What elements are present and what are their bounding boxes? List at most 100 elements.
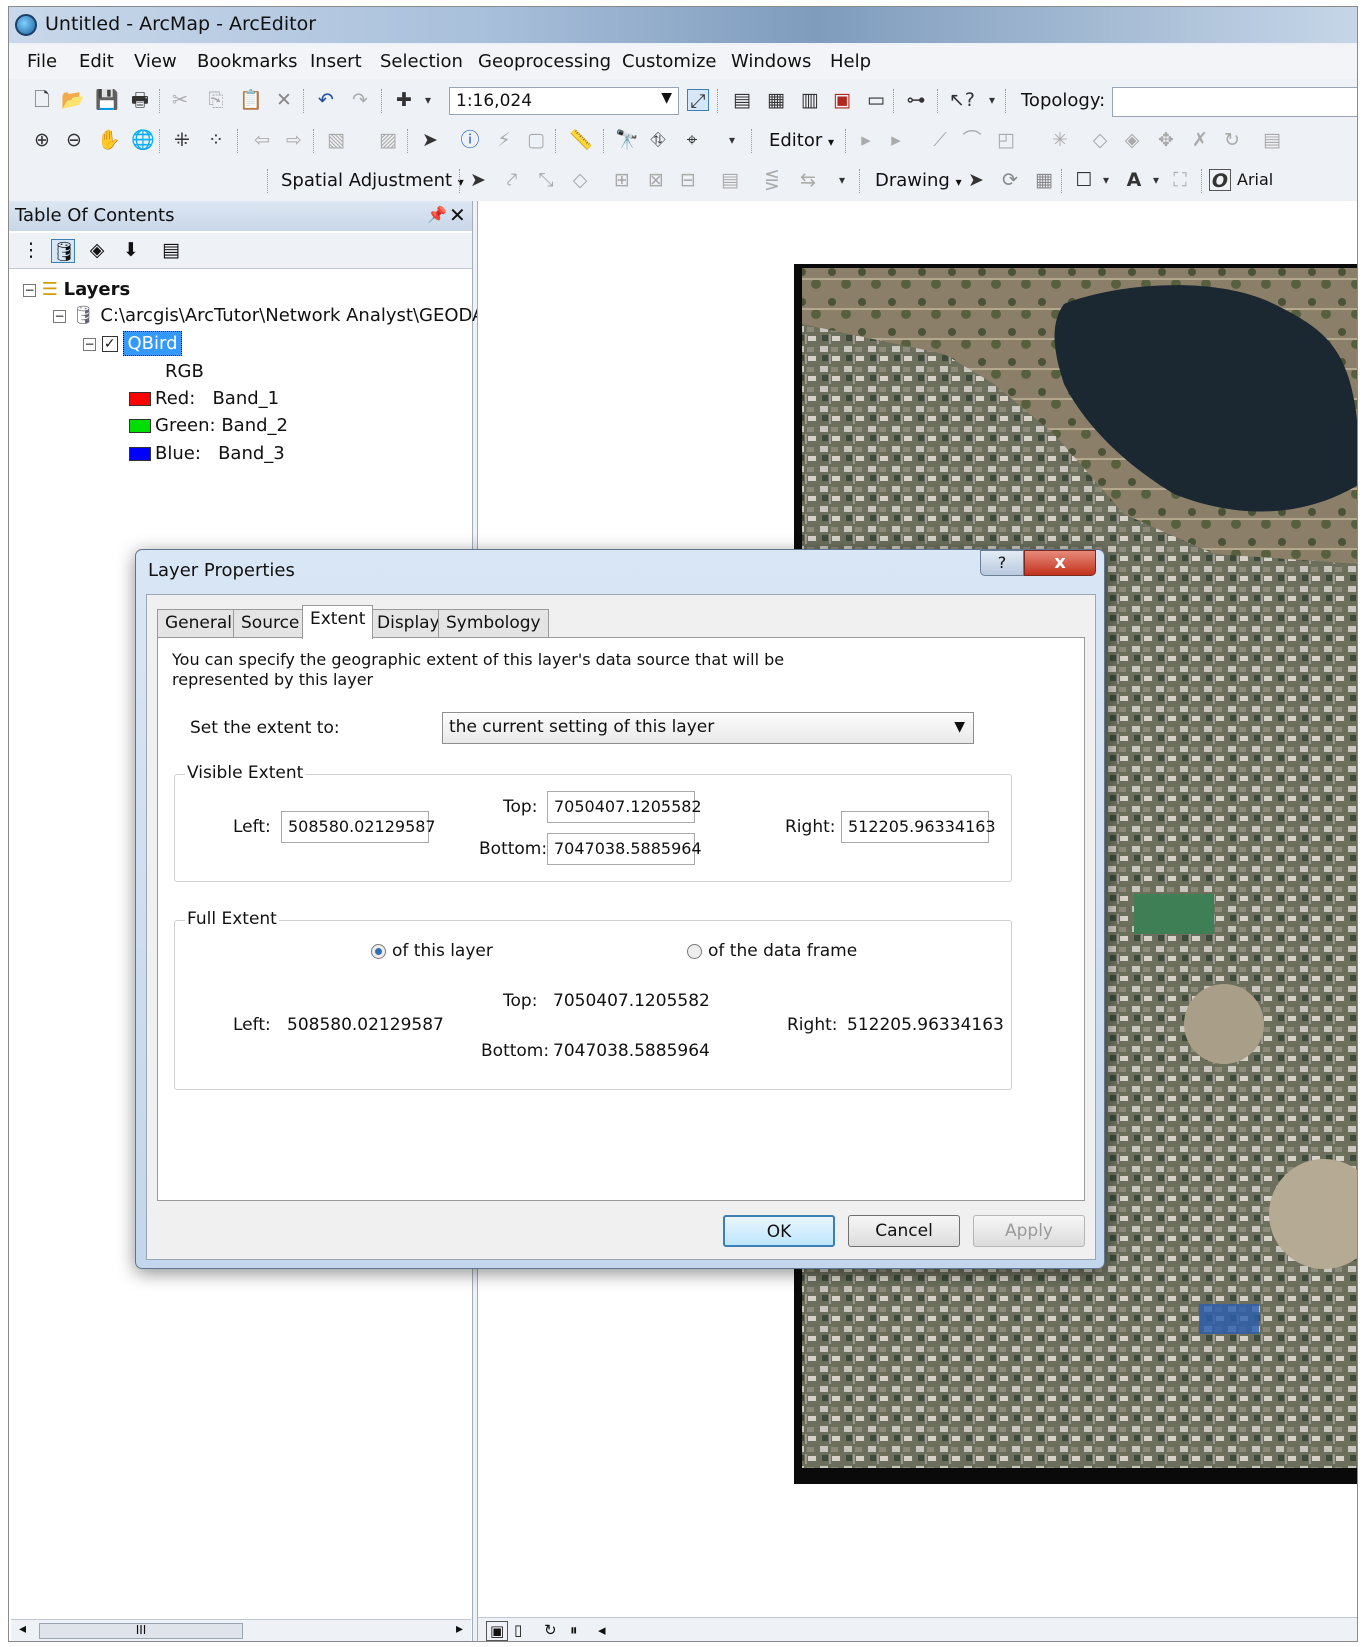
add-data-icon[interactable]: ✚: [393, 89, 415, 111]
topology-combobox[interactable]: [1112, 87, 1357, 117]
tab-general[interactable]: General: [157, 609, 240, 637]
rotate-icon[interactable]: ↻: [1221, 129, 1243, 151]
select-elements-arrow-icon[interactable]: ➤: [965, 169, 987, 191]
tab-extent[interactable]: Extent: [302, 605, 374, 639]
attribute-transfer-icon[interactable]: ⇆: [797, 169, 819, 191]
qbird-layer-node[interactable]: − ✓ QBird: [83, 331, 182, 356]
menu-help[interactable]: Help: [830, 51, 871, 72]
scroll-left-icon[interactable]: ◂: [598, 1621, 606, 1639]
font-name-combobox[interactable]: Arial: [1237, 170, 1273, 189]
list-by-selection-icon[interactable]: ⬇: [119, 239, 143, 263]
arctoolbox-icon[interactable]: ▣: [831, 89, 853, 111]
scrollbar-thumb[interactable]: III: [39, 1623, 243, 1639]
chevron-down-icon[interactable]: ▾: [721, 129, 743, 151]
tab-display[interactable]: Display: [369, 609, 448, 637]
fixed-zoom-out-icon[interactable]: ⁘: [205, 129, 227, 151]
visible-bottom-field[interactable]: 7047038.5885964: [547, 833, 702, 865]
close-icon[interactable]: ✕: [449, 203, 466, 227]
of-this-layer-radio[interactable]: of this layer: [371, 941, 493, 961]
menu-bookmarks[interactable]: Bookmarks: [197, 51, 298, 72]
rotate-element-icon[interactable]: ⟳: [999, 169, 1021, 191]
edit-tool-icon[interactable]: ▸: [855, 129, 877, 151]
multiple-displacement-icon[interactable]: ◇: [569, 169, 591, 191]
area-link-icon[interactable]: ⊠: [645, 169, 667, 191]
map-scale-combobox[interactable]: 1:16,024 ▼: [449, 87, 679, 115]
pause-drawing-icon[interactable]: ⏸: [570, 1621, 578, 1639]
html-popup-icon[interactable]: ▢: [525, 129, 547, 151]
layer-visibility-checkbox[interactable]: ✓: [101, 336, 118, 352]
delete-icon[interactable]: ✕: [273, 89, 295, 111]
cut-icon[interactable]: ✂: [169, 89, 191, 111]
chevron-down-icon[interactable]: ▾: [981, 89, 1003, 111]
chevron-down-icon[interactable]: ▾: [417, 89, 439, 111]
text-tool-icon[interactable]: A: [1123, 169, 1145, 191]
menu-customize[interactable]: Customize: [622, 51, 716, 72]
zoom-to-elements-icon[interactable]: ▦: [1033, 169, 1055, 191]
edge-match-icon[interactable]: ⋚: [761, 169, 783, 191]
end-point-arc-icon[interactable]: ⌒: [961, 129, 983, 151]
data-view-icon[interactable]: ▣: [486, 1621, 509, 1641]
whats-this-icon[interactable]: ↖?: [949, 89, 975, 111]
select-features-icon[interactable]: ▧: [325, 129, 347, 151]
view-link-table-icon[interactable]: ▤: [719, 169, 741, 191]
table-window-icon[interactable]: ▤: [731, 89, 753, 111]
refresh-icon[interactable]: ↻: [544, 1621, 557, 1639]
list-by-source-icon[interactable]: 🛢: [51, 239, 76, 263]
undo-icon[interactable]: ↶: [315, 89, 337, 111]
save-icon[interactable]: 💾: [95, 89, 119, 111]
paste-icon[interactable]: 📋: [239, 89, 263, 111]
options-icon[interactable]: ▤: [159, 239, 183, 263]
chevron-down-icon[interactable]: ▾: [1145, 169, 1167, 191]
drawing-menu[interactable]: Drawing ▾: [875, 170, 962, 191]
redo-icon[interactable]: ↷: [349, 89, 371, 111]
select-elements-arrow-icon[interactable]: ➤: [467, 169, 489, 191]
menu-edit[interactable]: Edit: [79, 51, 114, 72]
print-icon[interactable]: 🖶: [129, 89, 151, 111]
hyperlink-icon[interactable]: ⚡: [493, 129, 515, 151]
split-tool-icon[interactable]: ✗: [1189, 129, 1211, 151]
visible-left-field[interactable]: 508580.02129587: [281, 811, 436, 843]
straight-segment-icon[interactable]: ⟋: [929, 129, 951, 151]
pin-icon[interactable]: 📌: [427, 205, 447, 224]
edit-vertices-drawing-icon[interactable]: ⛶: [1169, 169, 1191, 191]
scroll-right-icon[interactable]: ▸: [456, 1621, 463, 1637]
back-arrow-icon[interactable]: ⇦: [251, 129, 273, 151]
full-extent-globe-icon[interactable]: 🌐: [131, 129, 155, 151]
modify-link-icon[interactable]: ⤡: [535, 169, 557, 191]
editor-toolbar-icon[interactable]: ⤢: [687, 89, 709, 112]
copy-icon[interactable]: ⎘: [205, 89, 227, 111]
collapse-icon[interactable]: −: [23, 283, 36, 297]
data-source-node[interactable]: − 🛢 C:\arcgis\ArcTutor\Network Analyst\G…: [53, 305, 484, 326]
catalog-icon[interactable]: ▦: [765, 89, 787, 111]
pan-hand-icon[interactable]: ✋: [97, 129, 121, 151]
edit-annotation-icon[interactable]: ▸: [885, 129, 907, 151]
menu-view[interactable]: View: [134, 51, 177, 72]
search-window-icon[interactable]: ▥: [799, 89, 821, 111]
reshape-icon[interactable]: ◈: [1121, 129, 1143, 151]
zoom-out-icon[interactable]: ⊖: [63, 129, 85, 151]
identify-info-icon[interactable]: ⓘ: [459, 129, 481, 151]
toc-horizontal-scrollbar[interactable]: ◂ III ▸: [11, 1619, 471, 1641]
select-elements-arrow-icon[interactable]: ➤: [419, 129, 441, 151]
set-extent-dropdown[interactable]: the current setting of this layer ▼: [442, 712, 974, 744]
menu-file[interactable]: File: [27, 51, 57, 72]
identity-link-icon[interactable]: ⊞: [611, 169, 633, 191]
menu-selection[interactable]: Selection: [380, 51, 463, 72]
layer-name-label[interactable]: QBird: [123, 331, 182, 356]
of-data-frame-radio[interactable]: of the data frame: [687, 941, 857, 961]
scroll-left-icon[interactable]: ◂: [19, 1621, 26, 1637]
cut-polygons-icon[interactable]: ✥: [1155, 129, 1177, 151]
find-binoculars-icon[interactable]: 🔭: [615, 129, 639, 151]
ok-button[interactable]: OK: [723, 1215, 835, 1247]
visible-top-field[interactable]: 7050407.1205582: [547, 791, 702, 823]
fixed-zoom-in-icon[interactable]: ⁜: [171, 129, 193, 151]
point-icon[interactable]: ✳: [1049, 129, 1071, 151]
attributes-icon[interactable]: ▤: [1261, 129, 1283, 151]
new-document-icon[interactable]: 🗋: [31, 89, 53, 111]
measure-icon[interactable]: 📏: [569, 129, 593, 151]
edit-vertices-icon[interactable]: ◇: [1089, 129, 1111, 151]
list-by-drawing-order-icon[interactable]: ⋮: [19, 239, 43, 263]
list-by-visibility-icon[interactable]: ◈: [85, 239, 109, 263]
tab-symbology[interactable]: Symbology: [438, 609, 549, 637]
clear-selection-icon[interactable]: ▨: [377, 129, 399, 151]
